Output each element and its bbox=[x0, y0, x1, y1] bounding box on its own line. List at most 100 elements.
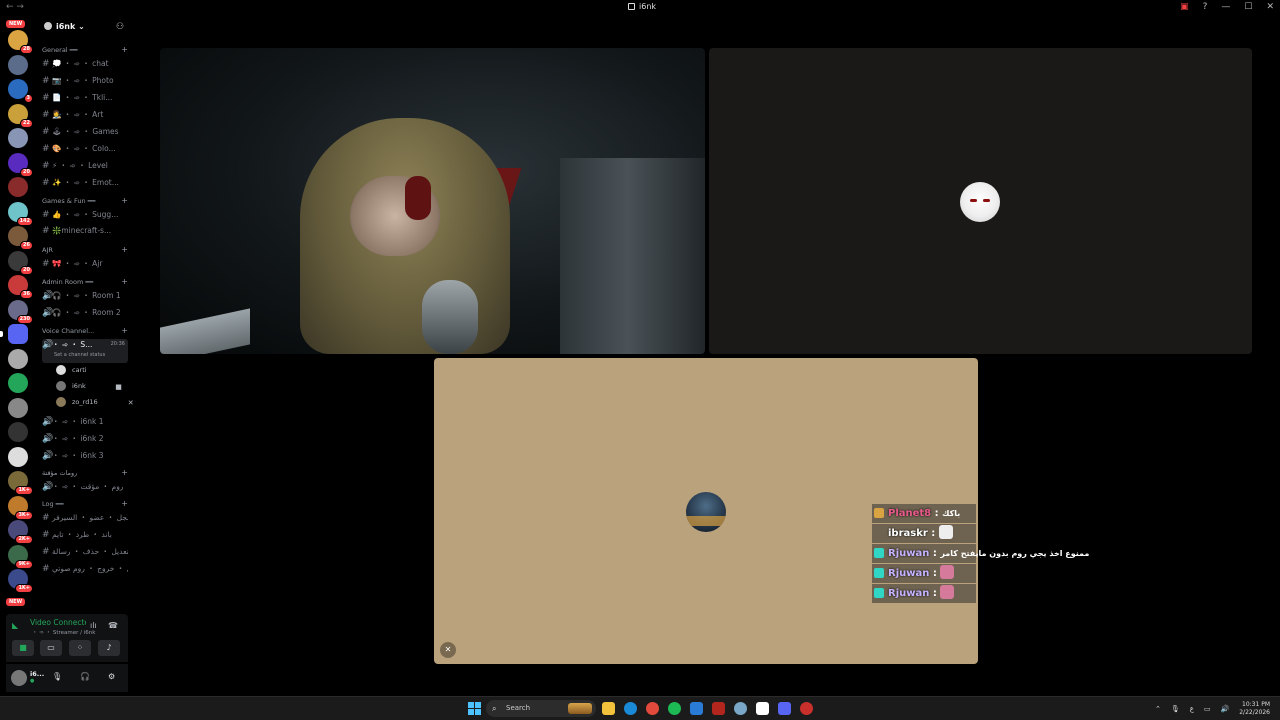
maximize-button[interactable]: ☐ bbox=[1244, 2, 1252, 12]
app-icon[interactable] bbox=[800, 702, 813, 715]
taskbar-search[interactable]: ⌕ Search bbox=[486, 700, 596, 717]
video-tile-camera[interactable] bbox=[160, 48, 705, 354]
category-header[interactable]: رومات مؤقتة + bbox=[42, 468, 128, 477]
server-icon[interactable]: 3 bbox=[8, 79, 33, 103]
create-channel-icon[interactable]: + bbox=[121, 45, 128, 54]
text-channel[interactable]: # تعديل ・ حذف ・ رسالة bbox=[42, 546, 128, 560]
create-channel-icon[interactable]: + bbox=[121, 326, 128, 335]
back-forward-icons[interactable]: ← → bbox=[6, 2, 24, 12]
app-icon[interactable] bbox=[756, 702, 769, 715]
text-channel[interactable]: # 👩‍🎨 ・ ➾ ・ Art bbox=[42, 109, 128, 123]
server-icon[interactable]: 1K+ bbox=[8, 569, 33, 593]
server-icon[interactable] bbox=[8, 373, 28, 393]
category-header[interactable]: Log ━━ + bbox=[42, 499, 128, 508]
server-icon[interactable] bbox=[0, 324, 28, 344]
disconnect-icon[interactable]: ☎ bbox=[108, 621, 118, 630]
create-channel-icon[interactable]: + bbox=[121, 196, 128, 205]
discord-icon[interactable] bbox=[778, 702, 791, 715]
create-channel-icon[interactable]: + bbox=[121, 245, 128, 254]
create-channel-icon[interactable]: + bbox=[121, 277, 128, 286]
server-icon[interactable]: 26 bbox=[8, 226, 33, 250]
screen-share-button[interactable]: ▭ bbox=[40, 640, 62, 656]
start-button[interactable] bbox=[468, 702, 481, 715]
edge-icon[interactable] bbox=[624, 702, 637, 715]
help-icon[interactable]: ? bbox=[1203, 2, 1208, 12]
voice-channel[interactable]: 🔊・ ➾ ・ روم ・ مؤقت bbox=[42, 481, 128, 495]
voice-channel[interactable]: 🔊・ ➾ ・ i6nk 2 bbox=[42, 433, 128, 447]
inbox-icon[interactable]: ▣ bbox=[1180, 2, 1189, 12]
voice-connected-label[interactable]: Video Connected bbox=[30, 618, 86, 627]
server-icon[interactable]: 20 bbox=[8, 250, 33, 275]
server-icon[interactable] bbox=[8, 128, 28, 148]
voice-member[interactable]: i6nk ■ bbox=[56, 381, 122, 391]
text-channel[interactable]: # سجل ・ عضو ・ السيرفر bbox=[42, 512, 128, 526]
video-tile-participant[interactable] bbox=[709, 48, 1252, 354]
obs-icon[interactable] bbox=[712, 702, 725, 715]
server-icon[interactable] bbox=[8, 177, 28, 197]
activities-button[interactable]: ⁘ bbox=[69, 640, 91, 656]
headphones-icon[interactable]: 🎧 bbox=[80, 672, 90, 681]
category-header[interactable]: Games & Fun ━━ + bbox=[42, 196, 128, 205]
text-channel[interactable]: # 💭 ・ ➾ ・ chat bbox=[42, 58, 128, 72]
server-icon[interactable] bbox=[8, 397, 28, 418]
text-channel[interactable]: #دخول ・ خروج ・ روم صوتي bbox=[42, 563, 128, 577]
server-icon[interactable] bbox=[8, 54, 28, 75]
server-icon[interactable]: 142 bbox=[8, 201, 33, 226]
server-icon[interactable]: 20 bbox=[8, 152, 33, 177]
create-channel-icon[interactable]: + bbox=[121, 499, 128, 508]
invite-icon[interactable]: ⚇ bbox=[116, 22, 124, 32]
server-icon[interactable] bbox=[8, 446, 28, 467]
spotify-icon[interactable] bbox=[668, 702, 681, 715]
voice-channel[interactable]: 🔊・ ➾ ・ i6nk 1 bbox=[42, 416, 128, 430]
text-channel[interactable]: # 📷 ・ ➾ ・ Photo bbox=[42, 75, 128, 89]
text-channel[interactable]: # 🕹 ・ ➾ ・ Games bbox=[42, 126, 128, 140]
noise-suppression-icon[interactable]: ılı bbox=[90, 621, 97, 630]
text-channel[interactable]: # 👍 ・ ➾ ・ Sugg... bbox=[42, 209, 128, 223]
server-icon[interactable]: 1K+ bbox=[8, 471, 33, 495]
microphone-icon[interactable]: 🎙 bbox=[52, 672, 62, 681]
category-header[interactable]: General ━━ + bbox=[42, 45, 128, 54]
text-channel[interactable]: # باند ・ طرد ・ تايم bbox=[42, 529, 128, 543]
channel-status[interactable]: Set a channel status bbox=[54, 352, 105, 358]
server-icon[interactable] bbox=[8, 348, 28, 369]
volume-icon[interactable]: 🔊 bbox=[1221, 705, 1230, 713]
server-icon[interactable]: 28 bbox=[8, 30, 33, 54]
camera-button[interactable]: ■ bbox=[12, 640, 34, 656]
text-channel[interactable]: # ❇️minecraft-s... bbox=[42, 226, 128, 240]
chevron-up-icon[interactable]: ⌃ bbox=[1155, 705, 1161, 713]
server-icon[interactable]: 9K+ bbox=[8, 544, 33, 569]
category-header[interactable]: AJR + bbox=[42, 245, 128, 254]
language-icon[interactable]: ع bbox=[1190, 705, 1194, 713]
close-button[interactable]: ✕ bbox=[1266, 2, 1274, 12]
network-icon[interactable]: ▭ bbox=[1204, 705, 1211, 713]
voice-member[interactable]: zo_rd16 ✕ bbox=[56, 397, 134, 407]
server-icon[interactable]: 36 bbox=[8, 275, 33, 299]
server-icon[interactable]: 2K+ bbox=[8, 520, 33, 544]
user-avatar[interactable] bbox=[11, 670, 27, 686]
voice-channel[interactable]: 🔊🎧 ・ ➾ ・ Room 1 bbox=[42, 290, 128, 304]
voice-channel-active[interactable]: 🔊・ ➾ ・ S... 20:36 Set a channel status bbox=[42, 339, 128, 363]
server-icon[interactable]: 3K+ bbox=[8, 495, 33, 520]
microphone-icon[interactable]: 🎙 bbox=[1171, 705, 1180, 713]
app-icon[interactable] bbox=[690, 702, 703, 715]
create-channel-icon[interactable]: + bbox=[121, 468, 128, 477]
server-icon[interactable] bbox=[8, 422, 28, 442]
voice-channel[interactable]: 🔊・ ➾ ・ i6nk 3 bbox=[42, 450, 128, 464]
clock[interactable]: 10:31 PM 2/22/2026 bbox=[1239, 701, 1270, 717]
category-header[interactable]: Admin Room ━━ + bbox=[42, 277, 128, 286]
voice-server-label[interactable]: ・ ➾ ・ Streamer / i6nk bbox=[32, 628, 95, 636]
signal-icon[interactable]: ◣ bbox=[12, 621, 18, 630]
react-icon[interactable] bbox=[734, 702, 747, 715]
text-channel[interactable]: # 🎨 ・ ➾ ・ Colo... bbox=[42, 143, 128, 157]
guild-header[interactable]: i6nk ⌄ bbox=[44, 22, 85, 31]
user-name[interactable]: i6... bbox=[30, 670, 44, 678]
text-channel[interactable]: # 📄 ・ ➾ ・ Tkli... bbox=[42, 92, 128, 106]
settings-gear-icon[interactable]: ⚙ bbox=[108, 672, 115, 681]
server-icon[interactable]: 230 bbox=[8, 299, 33, 324]
voice-channel[interactable]: 🔊🎧 ・ ➾ ・ Room 2 bbox=[42, 307, 128, 321]
text-channel[interactable]: # ✨ ・ ➾ ・ Emot... bbox=[42, 177, 128, 191]
soundboard-button[interactable]: ♪ bbox=[98, 640, 120, 656]
text-channel[interactable]: # 🎀 ・ ➾ ・ Ajr bbox=[42, 258, 128, 272]
file-explorer-icon[interactable] bbox=[602, 702, 615, 715]
chrome-icon[interactable] bbox=[646, 702, 659, 715]
